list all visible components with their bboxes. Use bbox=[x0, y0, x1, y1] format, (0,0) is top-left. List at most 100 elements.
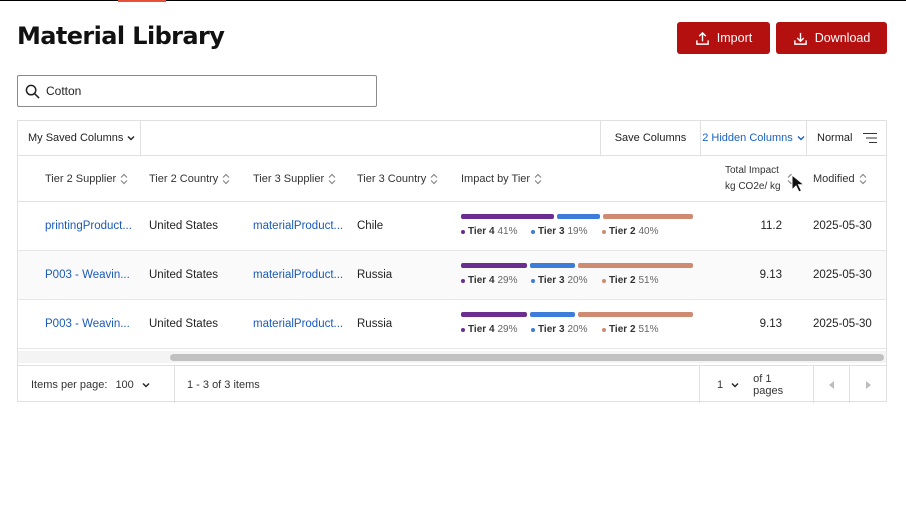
tier3-dot bbox=[531, 327, 535, 332]
tier2-country: United States bbox=[149, 220, 219, 232]
horizontal-scrollbar[interactable] bbox=[18, 351, 886, 363]
tier3-supplier-link[interactable]: materialProduct... bbox=[253, 202, 349, 250]
legend-tier3: Tier 3 19% bbox=[531, 226, 588, 237]
chevron-down-icon bbox=[127, 136, 135, 141]
header-tier3-supplier[interactable]: Tier 3 Supplier bbox=[253, 156, 336, 202]
tier3-dot bbox=[531, 278, 535, 283]
impact-bar-segment-tier2 bbox=[577, 263, 693, 268]
header-tier2-supplier[interactable]: Tier 2 Supplier bbox=[45, 156, 128, 202]
header-modified[interactable]: Modified bbox=[813, 156, 867, 202]
tier3-dot bbox=[531, 229, 535, 234]
filter-settings-icon[interactable] bbox=[863, 132, 877, 144]
items-range: 1 - 3 of 3 items bbox=[187, 378, 260, 391]
materials-table: My Saved Columns Save Columns 2 Hidden C… bbox=[17, 120, 887, 403]
total-impact-value: 11.2 bbox=[760, 220, 782, 232]
saved-columns-dropdown[interactable]: My Saved Columns bbox=[18, 121, 141, 155]
table-row[interactable]: P003 - Weavin... United States materialP… bbox=[18, 300, 886, 349]
sort-arrows-icon bbox=[534, 173, 542, 185]
top-accent-bar bbox=[118, 0, 166, 2]
tier2-country: United States bbox=[149, 269, 219, 281]
header-label: Tier 3 Country bbox=[357, 173, 427, 185]
header-label-line1: Total Impact bbox=[725, 165, 779, 176]
search-box[interactable] bbox=[17, 75, 377, 107]
impact-bar-segment-tier3 bbox=[529, 312, 575, 317]
header-label: Tier 2 Country bbox=[149, 173, 219, 185]
upload-icon bbox=[695, 31, 709, 45]
impact-by-tier: Tier 4 29% Tier 3 20% Tier 2 51% bbox=[461, 312, 696, 340]
impact-bar-segment-tier3 bbox=[556, 214, 600, 219]
header-label: Tier 2 Supplier bbox=[45, 173, 117, 185]
legend-tier4: Tier 4 41% bbox=[461, 226, 518, 237]
tier4-dot bbox=[461, 327, 465, 332]
impact-bar-segment-tier4 bbox=[461, 312, 527, 317]
tier2-dot bbox=[602, 229, 606, 234]
modified-date: 2025-05-30 bbox=[813, 220, 872, 232]
chevron-down-icon bbox=[731, 382, 739, 387]
header-tier3-country[interactable]: Tier 3 Country bbox=[357, 156, 438, 202]
header-total-impact[interactable]: Total Impact kg CO2e/ kg bbox=[725, 156, 795, 202]
header-label: Tier 3 Supplier bbox=[253, 173, 325, 185]
tier3-country: Russia bbox=[357, 269, 393, 281]
legend-tier3: Tier 3 20% bbox=[531, 324, 588, 335]
header-total-impact-label: Total Impact kg CO2e/ kg bbox=[725, 163, 781, 195]
pagination-bar: Items per page: 100 1 - 3 of 3 items 1 o… bbox=[18, 365, 886, 403]
legend-tier4: Tier 4 29% bbox=[461, 324, 518, 335]
tier3-supplier-link[interactable]: materialProduct... bbox=[253, 251, 349, 299]
legend-tier2: Tier 2 51% bbox=[602, 324, 659, 335]
legend-tier3: Tier 3 20% bbox=[531, 275, 588, 286]
chevron-down-icon bbox=[797, 136, 805, 141]
tier3-country: Russia bbox=[357, 318, 393, 330]
page-value: 1 bbox=[717, 378, 724, 391]
sort-arrows-icon bbox=[120, 173, 128, 185]
download-button[interactable]: Download bbox=[776, 22, 887, 54]
tier3-country: Chile bbox=[357, 220, 384, 232]
scrollbar-thumb[interactable] bbox=[170, 354, 884, 361]
page-of-text: of 1 pages bbox=[753, 372, 784, 397]
import-button[interactable]: Import bbox=[677, 22, 770, 54]
page-title: Material Library bbox=[17, 22, 225, 50]
impact-bar-segment-tier4 bbox=[461, 263, 527, 268]
total-impact-value: 9.13 bbox=[759, 318, 782, 330]
download-label: Download bbox=[814, 31, 871, 45]
tier4-dot bbox=[461, 229, 465, 234]
legend-tier4: Tier 4 29% bbox=[461, 275, 518, 286]
total-impact-value: 9.13 bbox=[759, 269, 782, 281]
chevron-down-icon bbox=[142, 382, 150, 387]
tier2-supplier-link[interactable]: P003 - Weavin... bbox=[45, 251, 141, 299]
page-selector: 1 of 1 pages bbox=[699, 366, 804, 403]
sort-arrows-icon bbox=[859, 173, 867, 185]
mouse-cursor-icon bbox=[791, 174, 804, 193]
modified-date: 2025-05-30 bbox=[813, 318, 872, 330]
impact-by-tier: Tier 4 41% Tier 3 19% Tier 2 40% bbox=[461, 214, 696, 242]
tier2-dot bbox=[602, 327, 606, 332]
table-row[interactable]: printingProduct... United States materia… bbox=[18, 202, 886, 251]
import-label: Import bbox=[716, 31, 753, 45]
previous-page-button[interactable] bbox=[813, 366, 849, 403]
search-input[interactable] bbox=[46, 84, 346, 98]
items-per-page: Items per page: 100 bbox=[18, 366, 175, 403]
table-row[interactable]: P003 - Weavin... United States materialP… bbox=[18, 251, 886, 300]
items-per-page-label: Items per page: bbox=[31, 378, 108, 391]
table-header: Tier 2 Supplier Tier 2 Country Tier 3 Su… bbox=[18, 156, 886, 202]
density-selector[interactable]: Normal bbox=[806, 121, 886, 155]
tier3-supplier-link[interactable]: materialProduct... bbox=[253, 300, 349, 348]
impact-bar bbox=[461, 214, 693, 219]
saved-columns-label: My Saved Columns bbox=[28, 132, 124, 144]
page-select[interactable]: 1 bbox=[717, 379, 739, 391]
save-columns-button[interactable]: Save Columns bbox=[600, 121, 700, 155]
density-label: Normal bbox=[817, 132, 853, 144]
header-tier2-country[interactable]: Tier 2 Country bbox=[149, 156, 230, 202]
impact-by-tier: Tier 4 29% Tier 3 20% Tier 2 51% bbox=[461, 263, 696, 291]
legend-tier2: Tier 2 40% bbox=[602, 226, 659, 237]
tier2-supplier-link[interactable]: printingProduct... bbox=[45, 202, 141, 250]
impact-bar-segment-tier3 bbox=[529, 263, 575, 268]
tier2-dot bbox=[602, 278, 606, 283]
next-page-button[interactable] bbox=[849, 366, 886, 403]
hidden-columns-dropdown[interactable]: 2 Hidden Columns bbox=[700, 121, 806, 155]
items-per-page-select[interactable]: 100 bbox=[115, 379, 150, 391]
download-icon bbox=[793, 32, 807, 45]
header-impact-by-tier[interactable]: Impact by Tier bbox=[461, 156, 542, 202]
tier2-supplier-link[interactable]: P003 - Weavin... bbox=[45, 300, 141, 348]
impact-bar bbox=[461, 263, 693, 268]
sort-arrows-icon bbox=[430, 173, 438, 185]
